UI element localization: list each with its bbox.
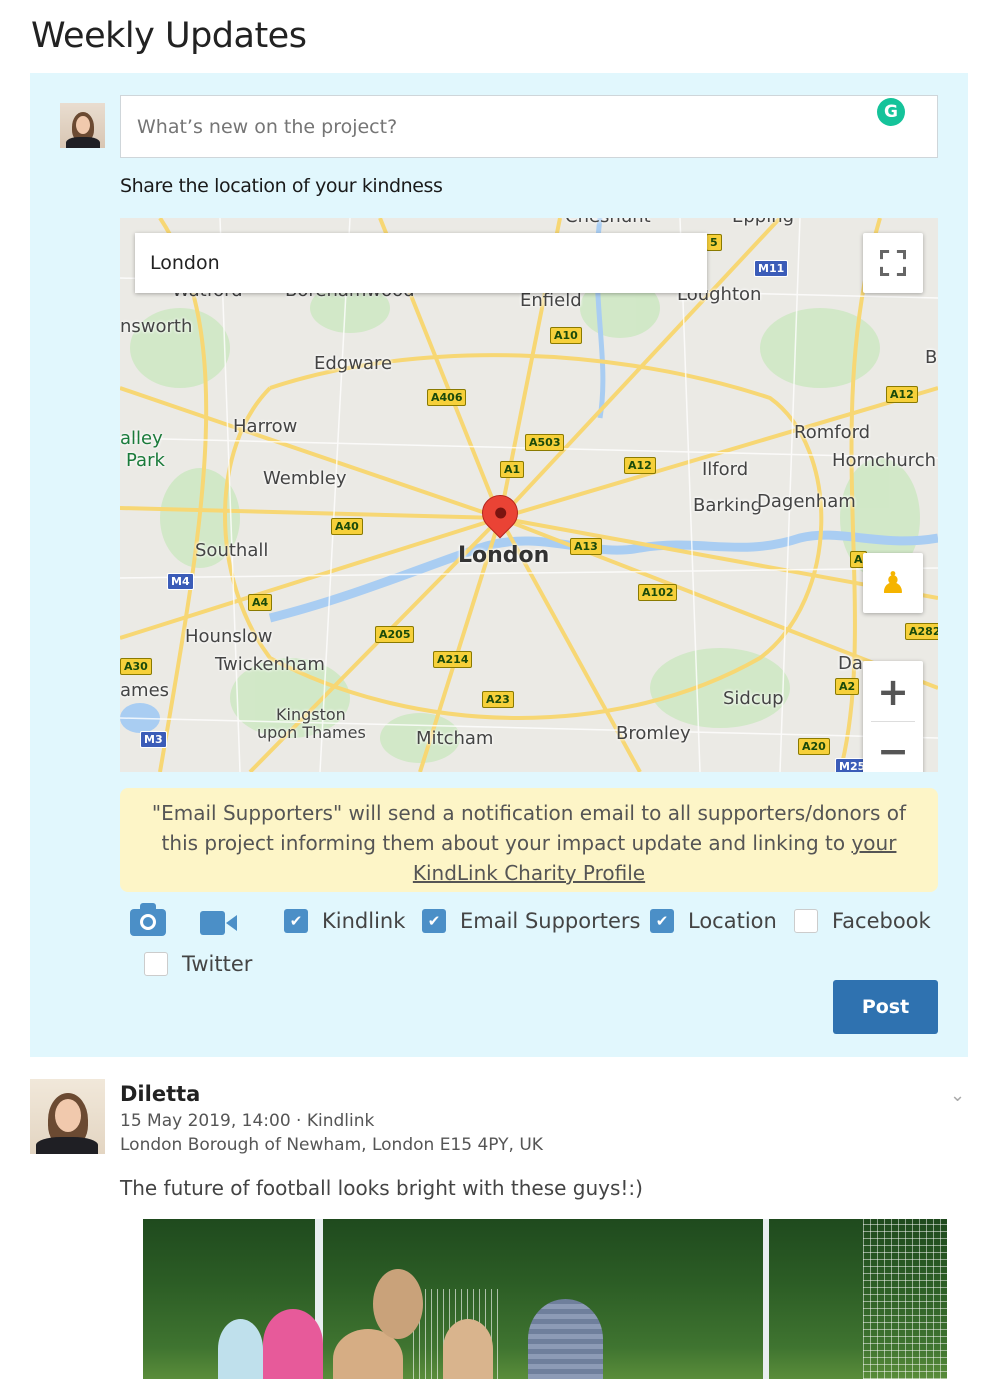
map-place-label: Harrow bbox=[233, 416, 298, 437]
map-place-label: Barking bbox=[693, 495, 763, 516]
checkbox-checked-icon[interactable]: ✔ bbox=[650, 909, 674, 933]
option-label: Email Supporters bbox=[460, 909, 641, 933]
email-supporters-notice: "Email Supporters" will send a notificat… bbox=[120, 788, 938, 892]
option-label: Kindlink bbox=[322, 909, 406, 933]
map-place-label: Epping bbox=[732, 218, 794, 227]
road-shield: M4 bbox=[167, 573, 194, 590]
road-shield: A282 bbox=[905, 623, 938, 640]
grammarly-icon[interactable]: G bbox=[877, 98, 905, 126]
road-shield: A102 bbox=[638, 584, 678, 601]
post-photo[interactable] bbox=[143, 1219, 947, 1379]
road-shield: A12 bbox=[624, 457, 656, 474]
checkbox-unchecked-icon[interactable] bbox=[794, 909, 818, 933]
map-place-label: nsworth bbox=[120, 316, 193, 337]
road-shield: A10 bbox=[550, 327, 582, 344]
option-label: Twitter bbox=[182, 952, 253, 976]
option-twitter[interactable]: Twitter bbox=[144, 952, 252, 976]
share-location-label: Share the location of your kindness bbox=[120, 175, 443, 197]
road-shield: 5 bbox=[706, 234, 722, 251]
road-shield: A2 bbox=[835, 678, 860, 695]
map-location-search[interactable] bbox=[135, 233, 707, 293]
road-shield: A406 bbox=[427, 389, 467, 406]
map-place-label: Bromley bbox=[616, 723, 691, 744]
road-shield: A40 bbox=[331, 518, 363, 535]
author-avatar[interactable] bbox=[30, 1079, 105, 1154]
map-place-label: ames bbox=[120, 680, 170, 701]
page-title: Weekly Updates bbox=[31, 16, 307, 56]
post-button[interactable]: Post bbox=[833, 980, 938, 1034]
road-shield: A4 bbox=[248, 594, 273, 611]
chevron-down-icon[interactable]: ⌄ bbox=[950, 1085, 965, 1106]
option-label: Location bbox=[688, 909, 777, 933]
video-icon[interactable] bbox=[200, 911, 238, 935]
road-shield: A1 bbox=[500, 461, 525, 478]
option-label: Facebook bbox=[832, 909, 931, 933]
road-shield: M11 bbox=[754, 260, 789, 277]
location-map[interactable]: CheshuntEppingWatfordBorehamwoodEnfieldL… bbox=[120, 218, 938, 772]
road-shield: A214 bbox=[433, 651, 473, 668]
pegman-icon: ♟ bbox=[879, 565, 907, 601]
road-shield: A20 bbox=[798, 738, 830, 755]
map-place-label: Kingston bbox=[276, 705, 346, 724]
map-place-label: London bbox=[458, 543, 550, 568]
notice-text: "Email Supporters" will send a notificat… bbox=[151, 801, 907, 855]
road-shield: A12 bbox=[886, 386, 918, 403]
fullscreen-icon bbox=[880, 250, 906, 276]
road-shield: A503 bbox=[525, 434, 565, 451]
map-place-label: Edgware bbox=[314, 353, 393, 374]
checkbox-checked-icon[interactable]: ✔ bbox=[284, 909, 308, 933]
update-text-input[interactable] bbox=[120, 95, 938, 158]
zoom-out-button[interactable]: − bbox=[877, 722, 909, 773]
road-shield: A205 bbox=[375, 626, 415, 643]
author-name[interactable]: Diletta bbox=[120, 1082, 200, 1106]
street-view-button[interactable]: ♟ bbox=[863, 553, 923, 613]
map-place-label: Enfield bbox=[520, 290, 582, 311]
post-date-source: 15 May 2019, 14:00 · Kindlink bbox=[120, 1111, 375, 1131]
map-place-label: Cheshunt bbox=[565, 218, 651, 227]
option-facebook[interactable]: Facebook bbox=[794, 909, 931, 933]
map-place-label: Ilford bbox=[702, 459, 749, 480]
map-place-label: B bbox=[925, 347, 938, 368]
checkbox-unchecked-icon[interactable] bbox=[144, 952, 168, 976]
map-place-label: Romford bbox=[794, 422, 871, 443]
map-place-label: Southall bbox=[195, 540, 269, 561]
zoom-controls: + − bbox=[863, 661, 923, 772]
option-kindlink[interactable]: ✔ Kindlink bbox=[284, 909, 405, 933]
road-shield: A23 bbox=[482, 691, 514, 708]
option-location[interactable]: ✔ Location bbox=[650, 909, 777, 933]
checkbox-checked-icon[interactable]: ✔ bbox=[422, 909, 446, 933]
map-place-label: Wembley bbox=[263, 468, 347, 489]
update-composer: G Share the location of your kindness bbox=[30, 73, 968, 1057]
zoom-in-button[interactable]: + bbox=[877, 663, 909, 721]
map-place-label: Da bbox=[838, 653, 863, 674]
post-location: London Borough of Newham, London E15 4PY… bbox=[120, 1135, 543, 1155]
map-place-label: Park bbox=[126, 450, 165, 471]
map-place-label: Sidcup bbox=[723, 688, 784, 709]
post-text: The future of football looks bright with… bbox=[120, 1176, 643, 1200]
map-place-label: Twickenham bbox=[215, 654, 325, 675]
map-place-label: Hornchurch bbox=[832, 450, 937, 471]
fullscreen-button[interactable] bbox=[863, 233, 923, 293]
map-place-label: alley bbox=[120, 428, 163, 449]
option-email-supporters[interactable]: ✔ Email Supporters bbox=[422, 909, 640, 933]
map-place-label: Mitcham bbox=[416, 728, 494, 749]
map-place-label: upon Thames bbox=[257, 723, 366, 742]
road-shield: A30 bbox=[120, 658, 152, 675]
road-shield: M3 bbox=[140, 731, 167, 748]
user-avatar bbox=[60, 103, 105, 148]
map-place-label: Hounslow bbox=[185, 626, 273, 647]
camera-icon[interactable] bbox=[130, 903, 166, 936]
map-place-label: Dagenham bbox=[757, 491, 856, 512]
road-shield: A13 bbox=[570, 538, 602, 555]
